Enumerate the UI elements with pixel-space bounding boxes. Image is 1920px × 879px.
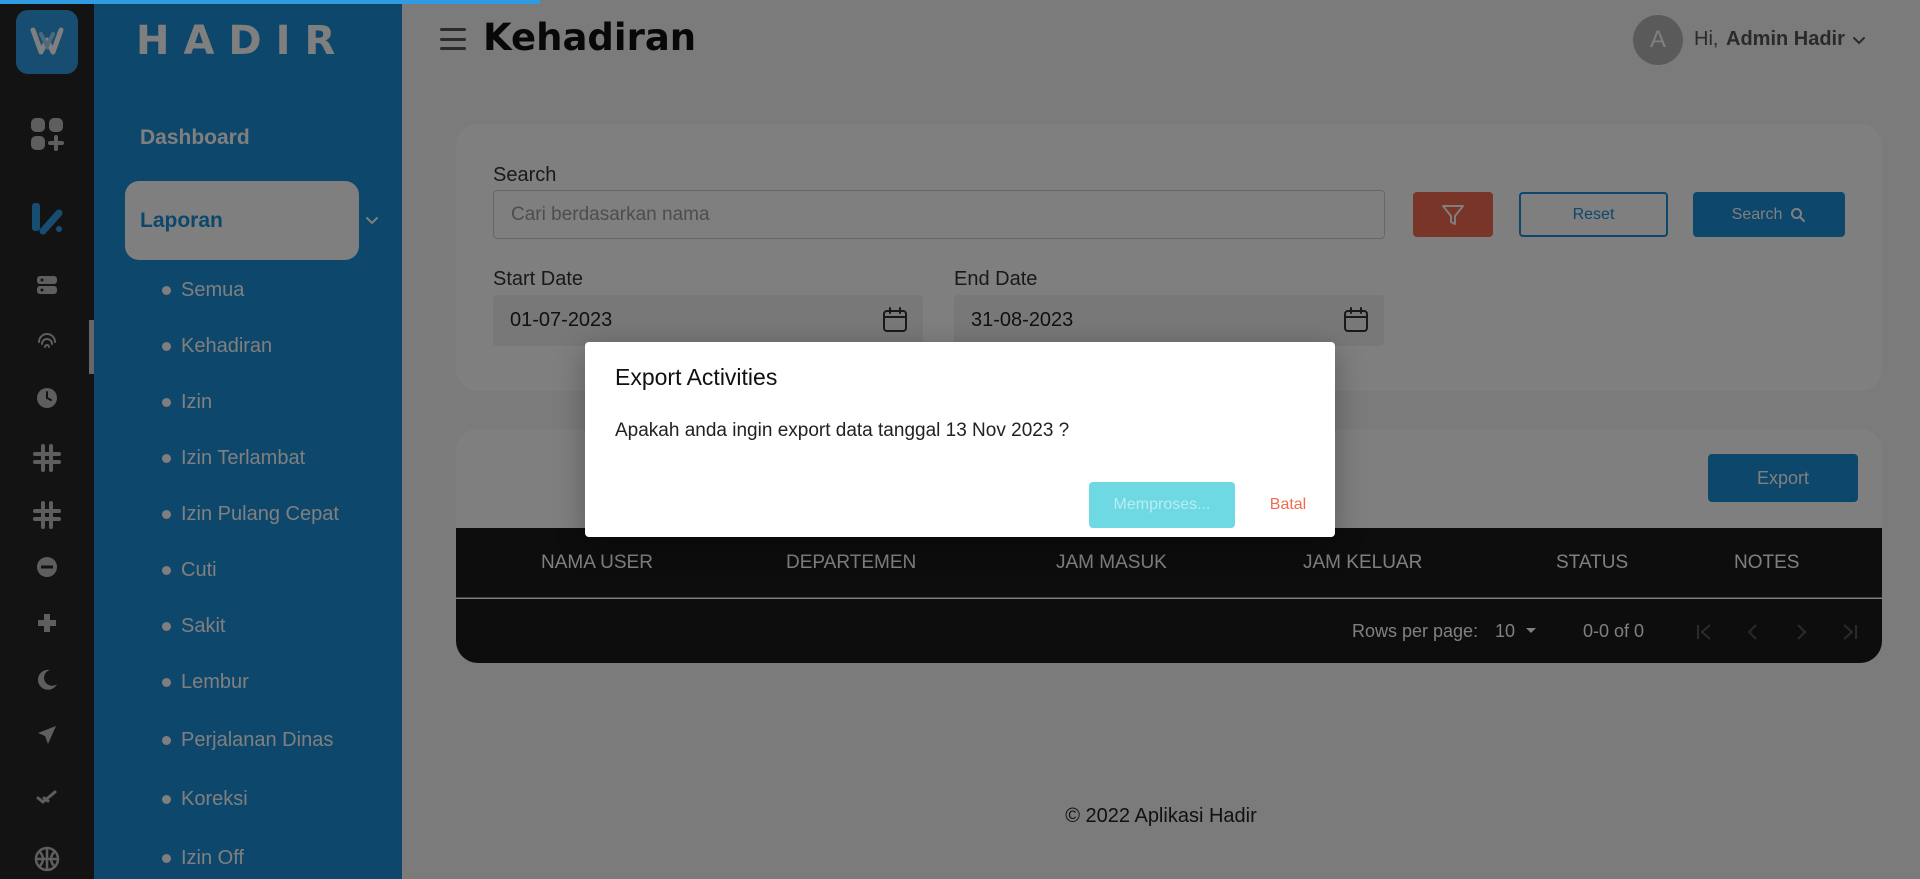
dialog-message: Apakah anda ingin export data tanggal 13… [615, 420, 1070, 441]
cancel-button[interactable]: Batal [1253, 482, 1323, 528]
dialog-title: Export Activities [615, 364, 778, 390]
loading-progress-bar [0, 0, 540, 4]
export-dialog: Export Activities Apakah anda ingin expo… [585, 342, 1335, 537]
processing-button[interactable]: Memproses... [1089, 482, 1235, 528]
